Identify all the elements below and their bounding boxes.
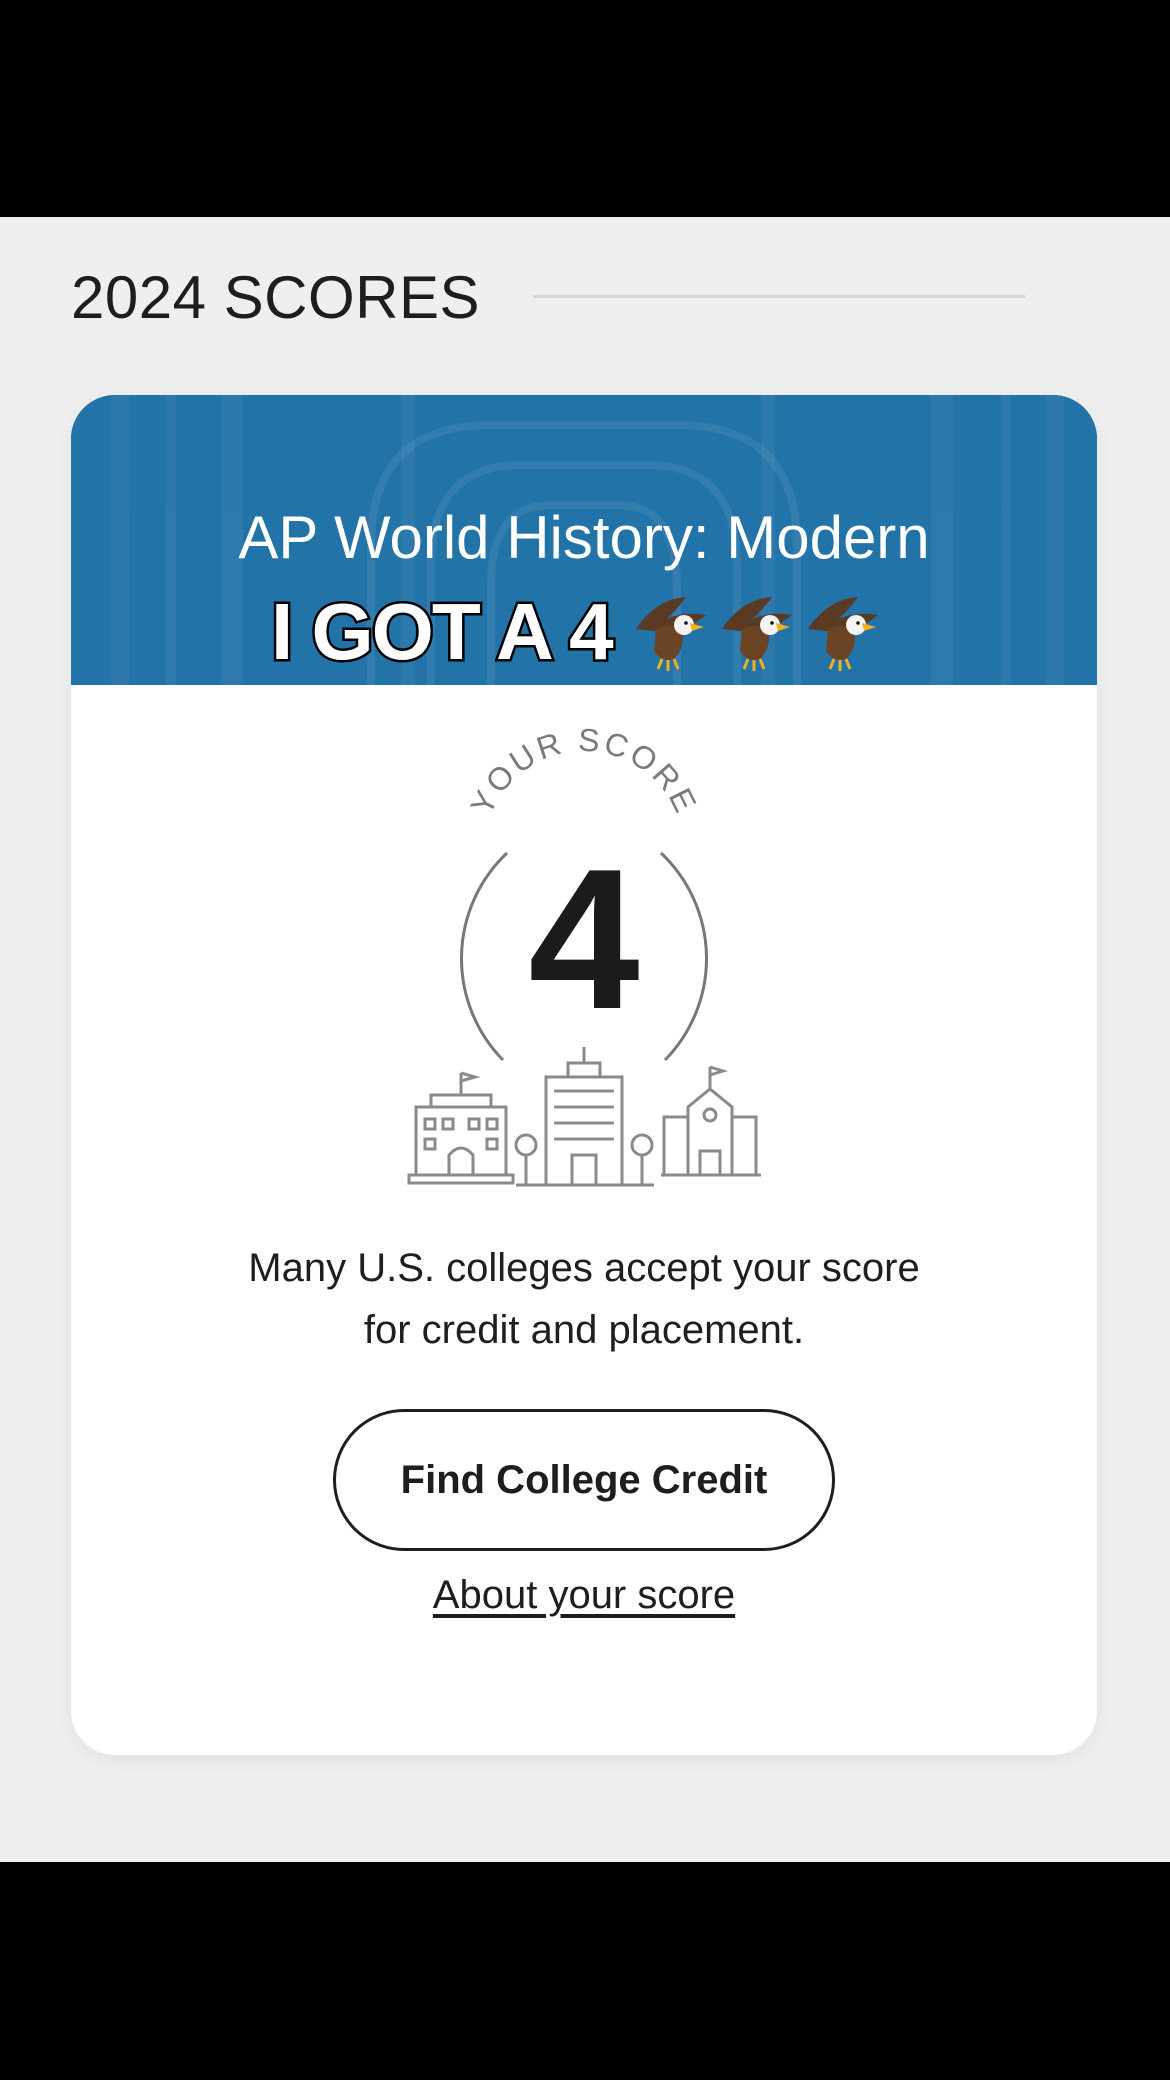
- find-college-credit-button[interactable]: Find College Credit: [333, 1409, 835, 1551]
- bottom-black-bar: [0, 1862, 1170, 2080]
- score-message: Many U.S. colleges accept your score for…: [248, 1246, 920, 1352]
- svg-text:YOUR SCORE: YOUR SCORE: [463, 722, 705, 821]
- college-buildings-icon: [407, 1047, 761, 1187]
- about-your-score-link[interactable]: About your score: [71, 1573, 1097, 1618]
- score-value: 4: [528, 828, 640, 1051]
- top-black-bar: [0, 0, 1170, 217]
- section-divider: [533, 295, 1025, 298]
- your-score-label: YOUR SCORE: [463, 722, 705, 821]
- score-graphic: YOUR SCORE: [407, 722, 761, 1187]
- score-card: AP World History: Modern I GOT A 4 YOUR …: [71, 395, 1097, 1755]
- section-title: 2024 SCORES: [71, 264, 481, 331]
- scores-page: 2024 SCORES AP World History: Modern I G…: [0, 217, 1170, 1862]
